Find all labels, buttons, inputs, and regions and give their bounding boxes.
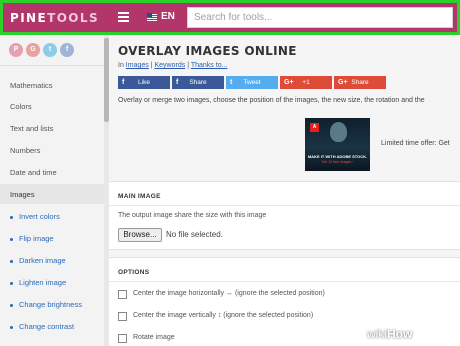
main-image-panel: MAIN IMAGE The output image share the si… (109, 181, 460, 250)
sidebar-item-date-and-time[interactable]: Date and time (10, 168, 57, 177)
page-title: OVERLAY IMAGES ONLINE (118, 44, 297, 58)
breadcrumb-link-thanks[interactable]: Thanks to... (191, 62, 228, 69)
sidebar-item-mathematics[interactable]: Mathematics (10, 81, 53, 90)
google-plus-icon: G+ (284, 79, 294, 86)
sidebar-subitem-invert-colors[interactable]: Invert colors (10, 212, 60, 221)
logo-tools: TOOLS (47, 11, 99, 25)
twitter-icon: t (230, 79, 233, 86)
panel-divider (109, 205, 460, 206)
pinterest-icon[interactable]: P (9, 43, 23, 57)
panel-divider (109, 281, 460, 282)
google-plus-one-button[interactable]: G+ +1 (280, 76, 332, 89)
search-input[interactable] (187, 7, 453, 28)
sidebar-subitem-lighten-image[interactable]: Lighten image (10, 278, 66, 287)
sidebar: P G t f Mathematics Colors Text and list… (0, 35, 104, 346)
hamburger-icon[interactable] (118, 12, 129, 22)
sidebar-item-colors[interactable]: Colors (10, 102, 32, 111)
browse-button[interactable]: Browse... (118, 228, 162, 242)
sidebar-item-images[interactable]: Images (10, 190, 35, 199)
facebook-icon[interactable]: f (60, 43, 74, 57)
main-content: OVERLAY IMAGES ONLINE In Images | Keywor… (109, 35, 460, 346)
main-image-heading: MAIN IMAGE (118, 193, 161, 200)
ad-headline: MAKE IT WITH ADOBE STOCK. (307, 154, 368, 159)
adobe-stock-ad[interactable]: A MAKE IT WITH ADOBE STOCK. Get 10 free … (305, 118, 370, 171)
ad-subline: Get 10 free images › (321, 160, 354, 164)
sidebar-subitem-change-contrast[interactable]: Change contrast (10, 322, 74, 331)
sidebar-subitem-change-brightness[interactable]: Change brightness (10, 300, 82, 309)
adobe-logo-icon: A (310, 123, 319, 132)
rotate-image-checkbox[interactable] (118, 334, 127, 343)
google-plus-icon[interactable]: G (26, 43, 40, 57)
ad-offer-text[interactable]: Limited time offer: Get (381, 140, 450, 147)
main-image-help-text: The output image share the size with thi… (118, 212, 267, 219)
center-horizontally-checkbox[interactable] (118, 290, 127, 299)
us-flag-icon[interactable] (147, 13, 157, 21)
google-plus-share-button[interactable]: G+ Share (334, 76, 386, 89)
sidebar-subitem-flip-image[interactable]: Flip image (10, 234, 54, 243)
sidebar-item-text-and-lists[interactable]: Text and lists (10, 124, 53, 133)
facebook-icon: f (122, 79, 125, 86)
facebook-share-button[interactable]: f Share (172, 76, 224, 89)
tweet-button[interactable]: t Tweet (226, 76, 278, 89)
breadcrumb: In Images | Keywords | Thanks to... (118, 62, 228, 69)
center-vertically-checkbox[interactable] (118, 312, 127, 321)
file-status-text: No file selected. (166, 230, 223, 239)
options-heading: OPTIONS (118, 269, 150, 276)
sidebar-item-numbers[interactable]: Numbers (10, 146, 40, 155)
pinetools-logo[interactable]: PINETOOLS (10, 11, 99, 25)
tool-description: Overlay or merge two images, choose the … (118, 97, 425, 104)
top-header: PINETOOLS EN (0, 0, 460, 35)
breadcrumb-link-keywords[interactable]: Keywords (155, 62, 186, 69)
facebook-like-button[interactable]: f Like (118, 76, 170, 89)
facebook-icon: f (176, 79, 179, 86)
wikihow-watermark: wikiHow (367, 327, 413, 341)
sidebar-subitem-darken-image[interactable]: Darken image (10, 256, 66, 265)
breadcrumb-link-images[interactable]: Images (126, 62, 149, 69)
sidebar-divider (0, 65, 104, 66)
logo-pine: PINE (10, 11, 48, 25)
google-plus-icon: G+ (338, 79, 348, 86)
language-selector[interactable]: EN (161, 11, 175, 22)
ad-portrait-image (330, 122, 347, 142)
twitter-icon[interactable]: t (43, 43, 57, 57)
